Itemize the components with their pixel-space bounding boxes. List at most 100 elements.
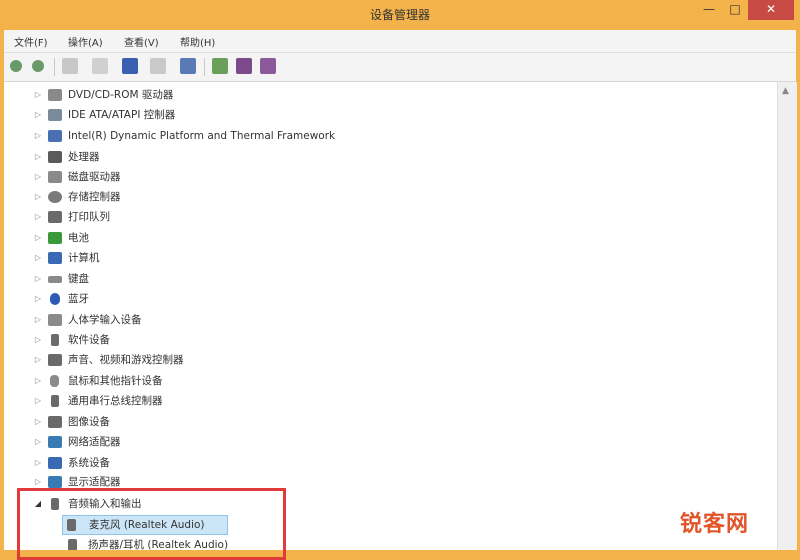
watermark: 锐客网 [680, 512, 750, 537]
processor-icon [48, 151, 62, 163]
tree-item-label: 存储控制器 [68, 191, 121, 203]
usb-controller-icon [51, 395, 59, 407]
tree-item-mouse[interactable]: ▷ 鼠标和其他指针设备 [4, 372, 777, 390]
show-hide-console-tree-icon[interactable] [62, 58, 78, 74]
expand-arrow-icon[interactable]: ▷ [34, 106, 42, 124]
tree-item-label: 磁盘驱动器 [68, 171, 121, 183]
expand-arrow-icon[interactable]: ▷ [34, 86, 42, 104]
tree-item-storage[interactable]: ▷ 存储控制器 [4, 188, 777, 206]
tree-item-label: 计算机 [68, 252, 100, 264]
tree-item-label: 声音、视频和游戏控制器 [68, 354, 184, 366]
tree-item-label: IDE ATA/ATAPI 控制器 [68, 109, 176, 121]
scan-hardware-icon[interactable] [180, 58, 196, 74]
software-device-icon [51, 334, 59, 346]
system-device-icon [48, 457, 62, 469]
thermal-framework-icon [48, 130, 62, 142]
tree-item-label: 打印队列 [68, 211, 110, 223]
storage-controller-icon [48, 191, 62, 203]
tree-item-print-queue[interactable]: ▷ 打印队列 [4, 208, 777, 226]
imaging-device-icon [48, 416, 62, 428]
expand-arrow-icon[interactable]: ▷ [34, 392, 42, 410]
tree-item-label: 系统设备 [68, 457, 110, 469]
tree-item-label: Intel(R) Dynamic Platform and Thermal Fr… [68, 130, 336, 142]
tree-item-label: 人体学输入设备 [68, 314, 142, 326]
battery-icon [48, 232, 62, 244]
tree-item-thermal[interactable]: ▷ Intel(R) Dynamic Platform and Thermal … [4, 127, 777, 145]
expand-arrow-icon[interactable]: ▷ [34, 351, 42, 369]
help-icon[interactable] [122, 58, 138, 74]
expand-arrow-icon[interactable]: ▷ [34, 290, 42, 308]
hid-icon [48, 314, 62, 326]
properties-icon[interactable] [92, 58, 108, 74]
sound-icon [48, 354, 62, 366]
printer-icon [48, 211, 62, 223]
toolbar [4, 53, 796, 82]
action-pane-icon[interactable] [150, 58, 166, 74]
tree-item-sound[interactable]: ▷ 声音、视频和游戏控制器 [4, 351, 777, 369]
tree-item-keyboard[interactable]: ▷ 键盘 [4, 270, 777, 288]
tree-item-network[interactable]: ▷ 网络适配器 [4, 433, 777, 451]
toolbar-separator [204, 58, 205, 76]
tree-item-system[interactable]: ▷ 系统设备 [4, 454, 777, 472]
minimize-button[interactable]: — [696, 0, 722, 20]
expand-arrow-icon[interactable]: ▷ [34, 331, 42, 349]
expand-arrow-icon[interactable]: ▷ [34, 454, 42, 472]
tree-item-dvd-cdrom[interactable]: ▷ DVD/CD-ROM 驱动器 [4, 86, 777, 104]
disk-drive-icon [48, 171, 62, 183]
tree-item-imaging[interactable]: ▷ 图像设备 [4, 413, 777, 431]
vertical-scrollbar[interactable]: ▲ [777, 82, 797, 550]
tree-item-label: 键盘 [68, 273, 89, 285]
expand-arrow-icon[interactable]: ▷ [34, 249, 42, 267]
expand-arrow-icon[interactable]: ▷ [34, 372, 42, 390]
tree-item-ide[interactable]: ▷ IDE ATA/ATAPI 控制器 [4, 106, 777, 124]
expand-arrow-icon[interactable]: ▷ [34, 148, 42, 166]
uninstall-device-icon[interactable] [260, 58, 276, 74]
tree-item-label: 网络适配器 [68, 436, 121, 448]
maximize-button[interactable]: □ [722, 0, 748, 20]
title-bar[interactable]: 设备管理器 — □ ✕ [0, 0, 800, 28]
menu-help[interactable]: 帮助(H) [180, 34, 215, 49]
expand-arrow-icon[interactable]: ▷ [34, 188, 42, 206]
device-tree[interactable]: ▷ DVD/CD-ROM 驱动器 ▷ IDE ATA/ATAPI 控制器 ▷ I… [4, 82, 777, 550]
expand-arrow-icon[interactable]: ▷ [34, 311, 42, 329]
tree-item-processor[interactable]: ▷ 处理器 [4, 148, 777, 166]
menu-view[interactable]: 查看(V) [124, 34, 159, 49]
tree-item-usb[interactable]: ▷ 通用串行总线控制器 [4, 392, 777, 410]
tree-item-battery[interactable]: ▷ 电池 [4, 229, 777, 247]
menu-file[interactable]: 文件(F) [14, 34, 48, 49]
update-driver-icon[interactable] [212, 58, 228, 74]
tree-item-label: DVD/CD-ROM 驱动器 [68, 89, 174, 101]
tree-item-software-device[interactable]: ▷ 软件设备 [4, 331, 777, 349]
tree-item-computer[interactable]: ▷ 计算机 [4, 249, 777, 267]
tree-item-label: 电池 [68, 232, 89, 244]
expand-arrow-icon[interactable]: ▷ [34, 208, 42, 226]
expand-arrow-icon[interactable]: ▷ [34, 270, 42, 288]
expand-arrow-icon[interactable]: ▷ [34, 127, 42, 145]
annotation-highlight-box [17, 488, 286, 560]
tree-item-hid[interactable]: ▷ 人体学输入设备 [4, 311, 777, 329]
disable-device-icon[interactable] [236, 58, 252, 74]
tree-item-label: 软件设备 [68, 334, 110, 346]
expand-arrow-icon[interactable]: ▷ [34, 168, 42, 186]
bluetooth-icon [50, 293, 60, 305]
scroll-up-icon[interactable]: ▲ [782, 86, 789, 96]
network-adapter-icon [48, 436, 62, 448]
mouse-icon [50, 375, 59, 387]
tree-item-disk[interactable]: ▷ 磁盘驱动器 [4, 168, 777, 186]
tree-item-label: 通用串行总线控制器 [68, 395, 163, 407]
close-button[interactable]: ✕ [748, 0, 794, 20]
expand-arrow-icon[interactable]: ▷ [34, 413, 42, 431]
forward-icon[interactable] [32, 60, 44, 72]
tree-item-label: 图像设备 [68, 416, 110, 428]
tree-item-label: 处理器 [68, 151, 100, 163]
display-adapter-icon [48, 476, 62, 488]
expand-arrow-icon[interactable]: ▷ [34, 433, 42, 451]
menu-action[interactable]: 操作(A) [68, 34, 103, 49]
tree-item-label: 鼠标和其他指针设备 [68, 375, 163, 387]
back-icon[interactable] [10, 60, 22, 72]
expand-arrow-icon[interactable]: ▷ [34, 229, 42, 247]
keyboard-icon [48, 276, 62, 283]
tree-item-bluetooth[interactable]: ▷ 蓝牙 [4, 290, 777, 308]
device-manager-window: 设备管理器 — □ ✕ 文件(F) 操作(A) 查看(V) 帮助(H) ▷ DV… [0, 0, 800, 560]
tree-item-label: 蓝牙 [68, 293, 89, 305]
